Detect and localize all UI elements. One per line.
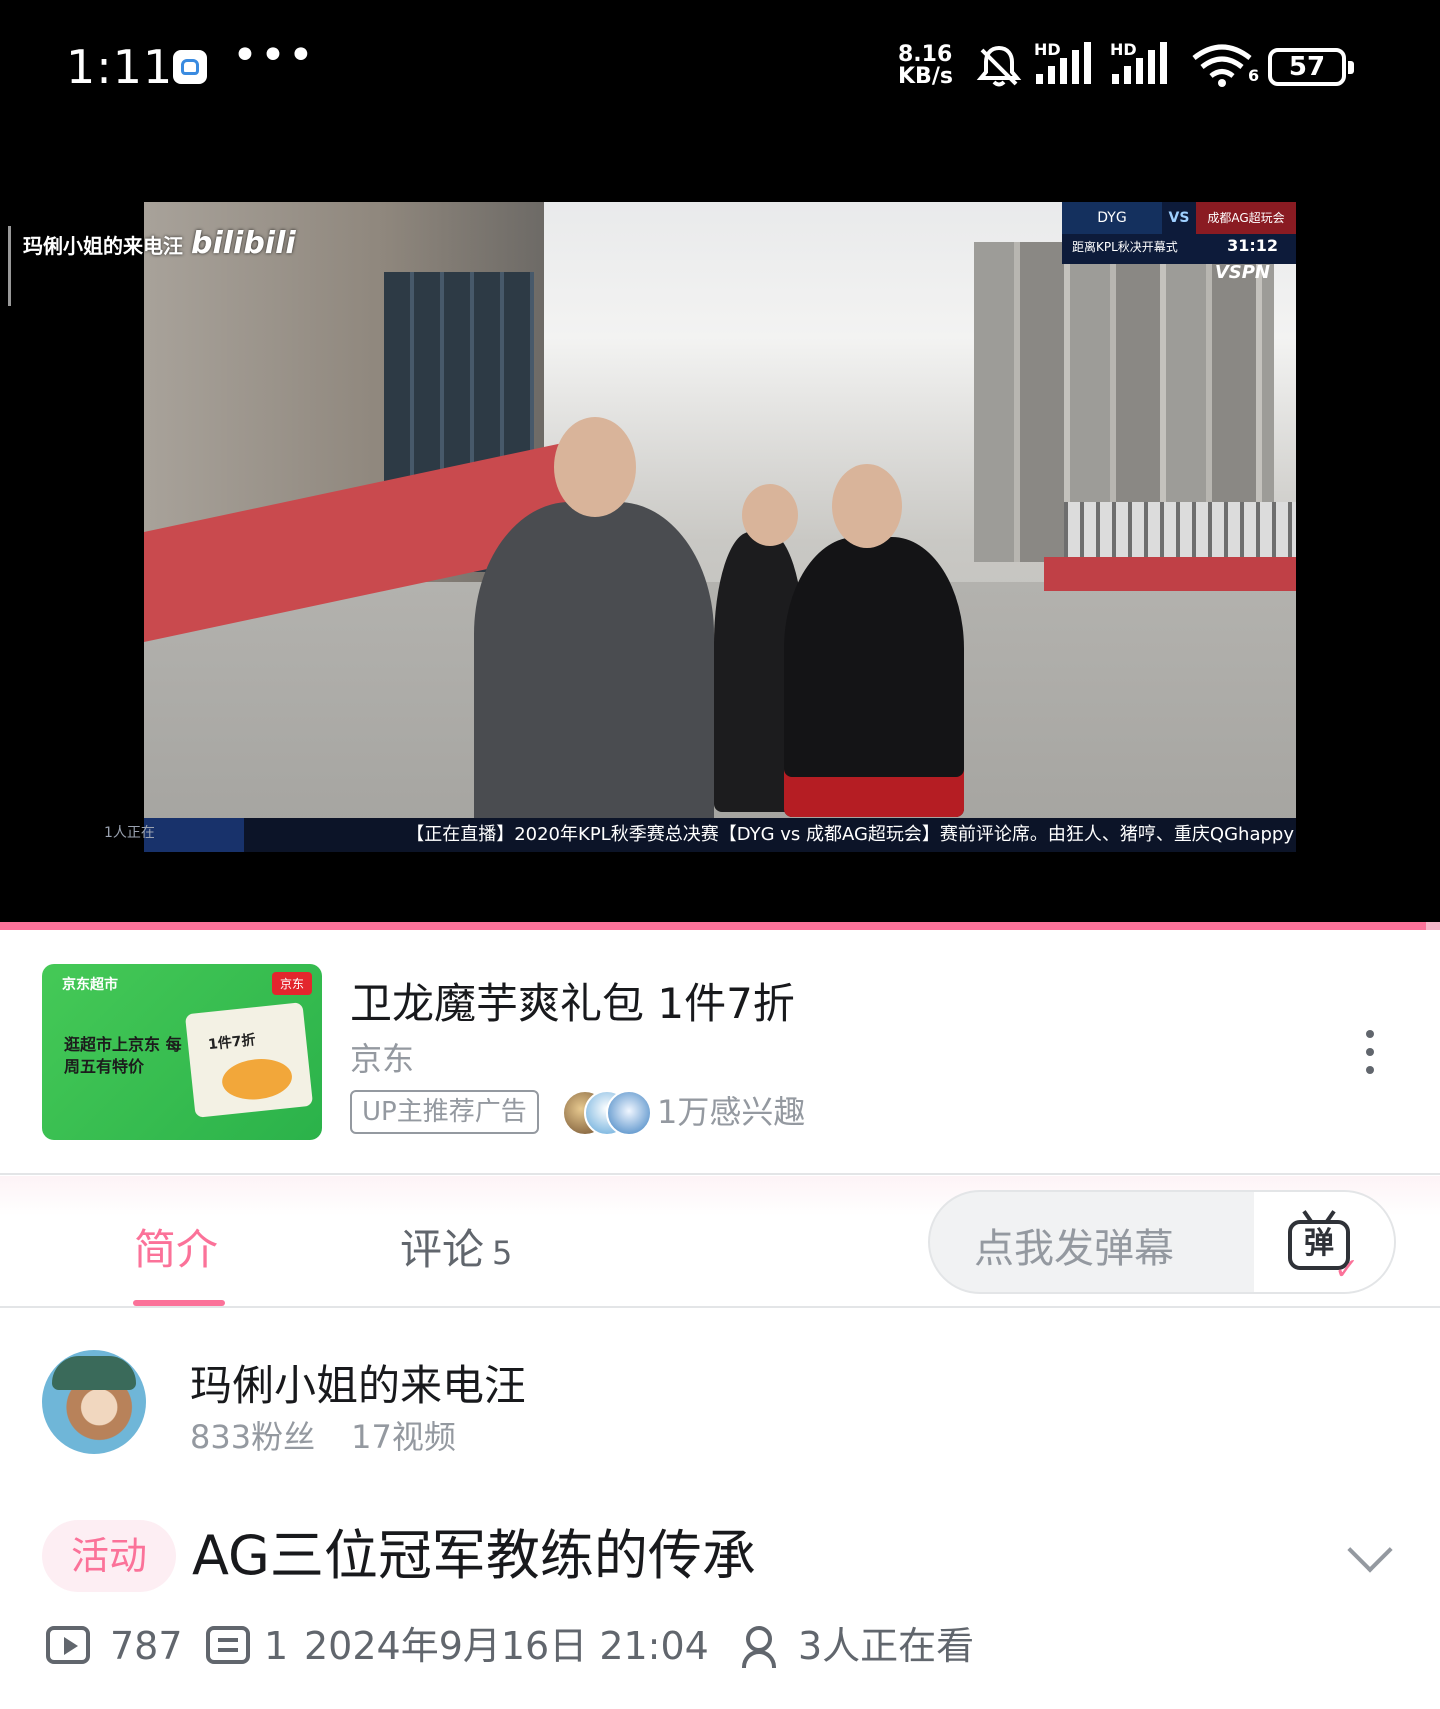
wifi-arcs-icon bbox=[1192, 44, 1252, 87]
danmaku-icon-label: 弹 bbox=[1304, 1226, 1334, 1261]
wifi-label: 6 bbox=[1248, 66, 1260, 85]
uploader-avatar[interactable] bbox=[42, 1350, 146, 1454]
video-scene-railing bbox=[1064, 502, 1296, 562]
chevron-down-icon[interactable] bbox=[1347, 1527, 1393, 1573]
ad-thumb-brand: 京东超市 bbox=[62, 977, 118, 993]
scoreboard-vs: VS bbox=[1168, 210, 1190, 226]
progress-bar[interactable] bbox=[0, 922, 1440, 930]
ad-thumb-product: 1件7折 bbox=[184, 1002, 314, 1118]
battery-icon: 57 bbox=[1268, 48, 1354, 86]
uploader-videos: 17视频 bbox=[351, 1418, 456, 1456]
video-watermark: 玛俐小姐的来电汪 bilibili bbox=[8, 226, 296, 306]
ad-tag: UP主推荐广告 bbox=[350, 1090, 539, 1134]
signal-bars-icon bbox=[1036, 42, 1091, 84]
ad-thumb-pack-text: 1件7折 bbox=[207, 1032, 257, 1054]
scoreboard: DYG VS 成都AG超玩会 距离KPL秋决开幕式 31:12 bbox=[1062, 202, 1296, 264]
uploader-fans: 833粉丝 bbox=[190, 1418, 316, 1456]
video-title: AG三位冠军教练的传承 bbox=[192, 1524, 756, 1587]
video-person-head bbox=[742, 484, 798, 546]
bilibili-logo: bilibili bbox=[191, 226, 296, 261]
ad-thumb-badge: 京东 bbox=[271, 972, 312, 995]
people-icon bbox=[742, 1626, 776, 1668]
status-time: 1:11 bbox=[66, 40, 174, 94]
ticker-badge bbox=[144, 818, 244, 852]
activity-tag[interactable]: 活动 bbox=[42, 1520, 176, 1592]
watching-count: 3人正在看 bbox=[798, 1624, 975, 1668]
progress-fill bbox=[0, 922, 1426, 930]
video-person-head bbox=[554, 417, 636, 517]
status-bar: 1:11 ••• 8.16 KB/s HD HD 6 57 bbox=[0, 0, 1440, 130]
more-notifications-icon: ••• bbox=[232, 30, 316, 81]
video-frame[interactable]: DYG VS 成都AG超玩会 距离KPL秋决开幕式 31:12 VSPN bbox=[144, 202, 1296, 819]
ad-interest-avatars bbox=[562, 1090, 652, 1136]
tab-intro-label: 简介 bbox=[134, 1225, 219, 1274]
scoreboard-countdown-label: 距离KPL秋决开幕式 bbox=[1072, 240, 1178, 254]
uploader-stats: 833粉丝 17视频 bbox=[190, 1412, 456, 1458]
video-person-suit bbox=[474, 502, 714, 819]
watermark-user: 玛俐小姐的来电汪 bbox=[23, 234, 183, 258]
tab-bar: 简介 评论 5 点我发弹幕 弹 ✓ bbox=[0, 1176, 1440, 1306]
ad-card[interactable]: 京东超市 京东 逛超市上京东 每周五有特价 1件7折 卫龙魔芋爽礼包 1件7折 … bbox=[0, 930, 1440, 1174]
video-viewers-overlay: 1人正在 bbox=[104, 825, 155, 841]
scoreboard-team-b: 成都AG超玩会 bbox=[1196, 202, 1296, 234]
video-player[interactable]: DYG VS 成都AG超玩会 距离KPL秋决开幕式 31:12 VSPN 【正在… bbox=[0, 130, 1440, 930]
signal-bars-icon bbox=[1112, 42, 1167, 84]
ad-title[interactable]: 卫龙魔芋爽礼包 1件7折 bbox=[350, 970, 795, 1031]
view-count: 787 bbox=[110, 1624, 183, 1668]
app-notification-icon bbox=[173, 50, 207, 84]
scoreboard-team-a: DYG bbox=[1062, 202, 1162, 234]
danmaku-count-icon bbox=[206, 1626, 250, 1664]
ad-thumb-slogan: 逛超市上京东 每周五有特价 bbox=[64, 1035, 182, 1076]
tab-comments-count: 5 bbox=[492, 1234, 513, 1272]
video-person-head bbox=[832, 464, 902, 548]
danmaku-placeholder: 点我发弹幕 bbox=[974, 1226, 1174, 1272]
play-count-icon bbox=[46, 1626, 90, 1664]
video-ticker: 【正在直播】2020年KPL秋季赛总决赛【DYG vs 成都AG超玩会】赛前评论… bbox=[144, 818, 1296, 852]
ad-thumbnail[interactable]: 京东超市 京东 逛超市上京东 每周五有特价 1件7折 bbox=[42, 964, 322, 1140]
tab-comments-label: 评论 bbox=[400, 1225, 485, 1274]
video-person-ag-jacket bbox=[784, 537, 964, 817]
ad-advertiser: 京东 bbox=[350, 1040, 415, 1078]
more-vertical-icon[interactable] bbox=[1360, 1030, 1380, 1074]
publish-time: 2024年9月16日 21:04 bbox=[304, 1624, 709, 1668]
wifi-icon: 6 bbox=[1190, 42, 1259, 92]
danmaku-count: 1 bbox=[264, 1624, 289, 1668]
broadcaster-logo: VSPN bbox=[1214, 262, 1270, 283]
divider bbox=[0, 1173, 1440, 1175]
uploader-name[interactable]: 玛俐小姐的来电汪 bbox=[190, 1352, 526, 1413]
network-speed-value: 8.16 bbox=[898, 42, 953, 67]
tab-intro[interactable]: 简介 bbox=[134, 1216, 218, 1277]
ad-interest-count: 1万感兴趣 bbox=[657, 1093, 806, 1131]
ad-thumb-snack bbox=[220, 1055, 294, 1103]
ticker-text: 【正在直播】2020年KPL秋季赛总决赛【DYG vs 成都AG超玩会】赛前评论… bbox=[406, 824, 1294, 845]
mute-bell-icon bbox=[976, 45, 1022, 87]
divider bbox=[0, 1306, 1440, 1308]
scoreboard-countdown: 31:12 bbox=[1227, 236, 1278, 255]
network-speed: 8.16 KB/s bbox=[898, 44, 953, 88]
video-scene-red-wall-right bbox=[1044, 557, 1296, 591]
avatar bbox=[606, 1090, 652, 1136]
danmaku-toggle-button[interactable]: 弹 ✓ bbox=[1254, 1192, 1394, 1292]
danmaku-input[interactable]: 点我发弹幕 弹 ✓ bbox=[928, 1190, 1396, 1294]
tab-comments[interactable]: 评论 5 bbox=[400, 1216, 512, 1277]
network-speed-unit: KB/s bbox=[898, 64, 953, 89]
check-icon: ✓ bbox=[1334, 1252, 1360, 1287]
